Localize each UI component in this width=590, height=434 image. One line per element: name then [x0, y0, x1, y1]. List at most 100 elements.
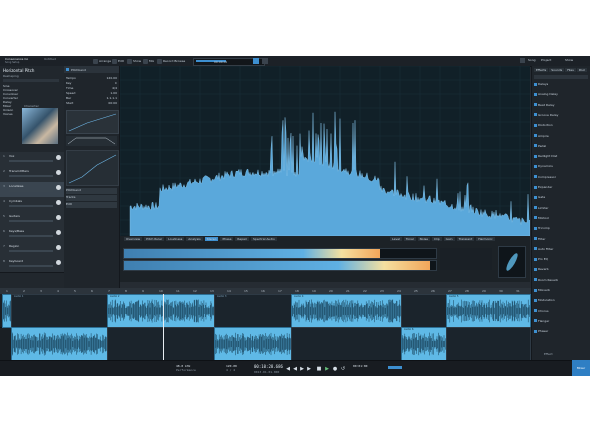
track-fader[interactable] [9, 235, 53, 237]
audio-clip[interactable]: Audio 2 [107, 294, 215, 328]
effect-item[interactable]: Flanger [534, 319, 588, 324]
effect-item[interactable]: Pedal [534, 144, 588, 149]
pan-knob[interactable] [56, 185, 61, 190]
audio-clip[interactable]: Audio 5 [446, 294, 531, 328]
spectrum-tab-4[interactable]: Stereo [204, 237, 219, 241]
toolbar-button-edit[interactable]: Edit [112, 58, 124, 64]
mixer-button[interactable]: Mixer [572, 360, 590, 376]
pan-knob[interactable] [56, 200, 61, 205]
spectrum-tool-4[interactable]: Gain [443, 237, 455, 241]
toolbar-right-3[interactable]: Show [565, 58, 573, 64]
pan-knob[interactable] [56, 170, 61, 175]
effect-item[interactable]: Room Reverb [534, 278, 588, 283]
pan-knob[interactable] [56, 215, 61, 220]
curve-editor[interactable] [66, 110, 119, 134]
inspector-button[interactable]: Pitchbend [66, 188, 117, 194]
gear-icon[interactable] [520, 58, 525, 63]
audio-clip[interactable]: Audio 1 [11, 294, 108, 328]
toolbar-right-2[interactable]: Project [541, 58, 551, 64]
snap-button[interactable] [262, 58, 268, 64]
effect-item[interactable]: Analog Delay [534, 92, 588, 97]
power-icon[interactable] [66, 68, 69, 71]
track-row[interactable]: 8 Keyboard [0, 257, 64, 273]
effect-item[interactable]: Delays [534, 82, 588, 87]
audio-clip[interactable] [291, 327, 402, 361]
browser-search[interactable] [3, 79, 59, 82]
track-fader[interactable] [9, 250, 53, 252]
effect-item[interactable]: Redlight Dist [534, 154, 588, 159]
effects-tab-3[interactable]: Pool [576, 68, 588, 72]
effect-item[interactable]: Tricomp [534, 226, 588, 231]
effects-tab-0[interactable]: Effects [534, 68, 549, 72]
effect-item[interactable]: Beat Delay [534, 103, 588, 108]
toolbar-button-mix[interactable]: Mix [143, 58, 154, 64]
track-fader[interactable] [9, 175, 53, 177]
spectrum-tool-6[interactable]: Harmonic [476, 237, 495, 241]
audio-clip[interactable] [107, 327, 215, 361]
end-button[interactable]: ▶ [306, 366, 312, 372]
effect-item[interactable]: Ampire [534, 134, 588, 139]
toolbar-button-arrange[interactable]: Arrange [93, 58, 111, 64]
track-fader[interactable] [9, 205, 53, 207]
track-row[interactable]: 2 Transmittters [0, 167, 64, 183]
audio-clip[interactable] [214, 327, 292, 361]
toolbar-button-show[interactable]: Show [127, 58, 141, 64]
category-item[interactable]: Voices [3, 112, 21, 116]
spectrum-tool-2[interactable]: Noise [417, 237, 430, 241]
effect-item[interactable]: Modulation [534, 298, 588, 303]
spectrum-tab-0[interactable]: Overview [124, 237, 143, 241]
effect-item[interactable]: Phaser [534, 329, 588, 334]
spectrum-tab-7[interactable]: Spectral Audio [251, 237, 277, 241]
effect-item[interactable]: Mixverb [534, 288, 588, 293]
master-volume[interactable] [388, 366, 402, 369]
spectrum-tool-5[interactable]: Transient [456, 237, 475, 241]
tempo-display[interactable]: 120.00 4 / 4 [226, 364, 237, 374]
pan-knob[interactable] [56, 260, 61, 265]
effect-item[interactable]: Reverb [534, 267, 588, 272]
loop-button[interactable] [253, 58, 259, 64]
effect-item[interactable]: Gate [534, 195, 588, 200]
track-fader[interactable] [9, 190, 53, 192]
track-fader[interactable] [9, 220, 53, 222]
effect-item[interactable]: Groove Delay [534, 113, 588, 118]
spectrum-tab-6[interactable]: Repair [235, 237, 250, 241]
pan-knob[interactable] [56, 245, 61, 250]
filter-graph[interactable] [66, 150, 119, 186]
track-fader[interactable] [9, 160, 53, 162]
effect-item[interactable]: Chorus [534, 309, 588, 314]
audio-clip[interactable] [446, 327, 531, 361]
track-row[interactable]: 1 Vox [0, 152, 64, 168]
stop-button[interactable]: ■ [316, 366, 322, 372]
effects-tab-1[interactable]: Sounds [549, 68, 565, 72]
track-row[interactable]: 6 Keys/Bass [0, 227, 64, 243]
track-row[interactable]: 7 Region [0, 242, 64, 258]
forward-button[interactable]: ▶ [299, 366, 305, 372]
inspector-button[interactable]: Edit [66, 202, 117, 208]
toolbar-right-1[interactable]: Song [528, 58, 536, 64]
spectrum-tool-0[interactable]: Level [390, 237, 402, 241]
audio-clip[interactable]: Audio 6 [401, 327, 447, 361]
playhead[interactable] [163, 294, 164, 360]
spectrum-tool-1[interactable]: Tonal [403, 237, 416, 241]
effect-item[interactable]: Compressor [534, 175, 588, 180]
spectrum-tab-2[interactable]: Loudness [166, 237, 185, 241]
spectrum-tab-1[interactable]: Pitch Ruler [144, 237, 165, 241]
spectrum-display[interactable] [119, 65, 531, 242]
record-button[interactable]: ● [332, 366, 338, 372]
back-button[interactable]: ◀ [292, 366, 298, 372]
inspector-row[interactable]: Start 00:00 [66, 101, 117, 106]
track-row-selected[interactable]: 3 Locallaws [0, 182, 64, 198]
spectrum-tab-5[interactable]: Phase [220, 237, 234, 241]
rewind-button[interactable]: ◀ [285, 366, 291, 372]
effect-item[interactable]: Auto Filter [534, 247, 588, 252]
track-fader[interactable] [9, 265, 53, 267]
audio-clip[interactable] [11, 327, 108, 361]
audio-clip[interactable] [401, 294, 447, 328]
effect-item[interactable]: Mixtool [534, 216, 588, 221]
audio-clip[interactable]: Audio 4 [291, 294, 402, 328]
pan-knob[interactable] [56, 230, 61, 235]
effects-tab-2[interactable]: Files [565, 68, 576, 72]
pan-knob[interactable] [56, 155, 61, 160]
inspector-button[interactable]: Tracks [66, 195, 117, 201]
effect-item[interactable]: Expander [534, 185, 588, 190]
